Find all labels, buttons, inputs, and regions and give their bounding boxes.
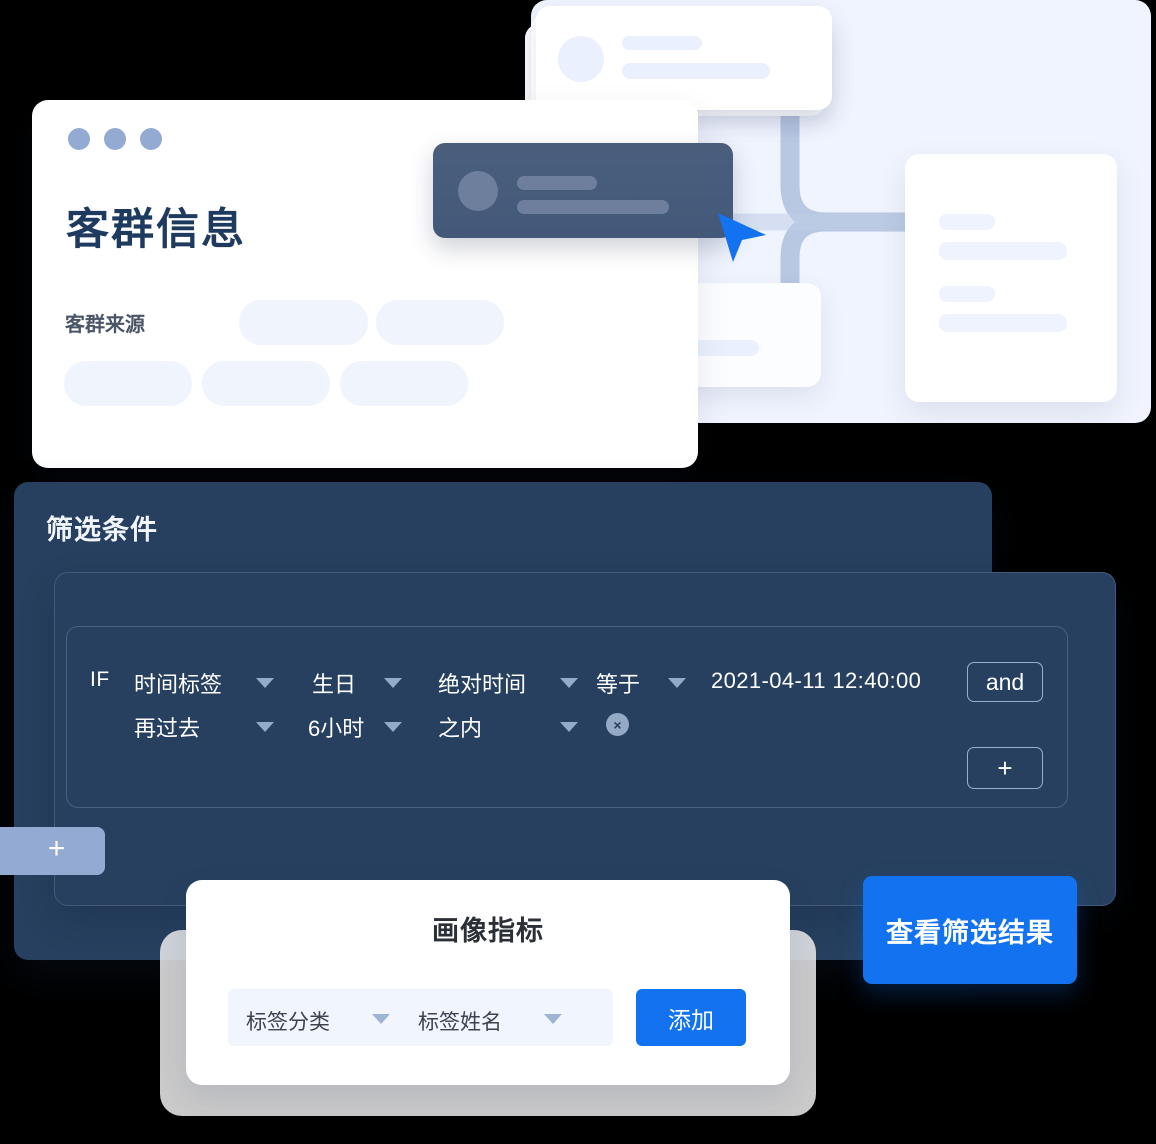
chevron-down-icon[interactable] (256, 678, 274, 688)
filter-select-tag-name[interactable]: 生日 (312, 667, 356, 699)
add-condition-button[interactable]: + (967, 747, 1043, 789)
window-dot-icon (68, 128, 90, 150)
decorative-card-top (536, 6, 832, 110)
and-button[interactable]: and (967, 662, 1043, 702)
cursor-pointer-icon (718, 213, 766, 262)
customer-source-label: 客群来源 (65, 314, 145, 336)
avatar (558, 36, 604, 82)
add-group-tab[interactable]: + (0, 827, 105, 875)
placeholder-bar (517, 176, 597, 190)
page-title: 客群信息 (66, 206, 246, 254)
window-dots (68, 128, 162, 150)
placeholder-bar (622, 63, 770, 79)
add-metric-button[interactable]: 添加 (636, 989, 746, 1046)
filter-select-time-mode[interactable]: 绝对时间 (438, 667, 526, 699)
placeholder-pill (239, 300, 368, 345)
avatar (458, 171, 498, 211)
metric-card-title: 画像指标 (432, 916, 544, 946)
chevron-down-icon[interactable] (544, 1014, 562, 1024)
remove-condition-icon[interactable]: × (606, 713, 629, 736)
illustration-stage: 客群信息 客群来源 筛选条件 IF 时间标签 生日 绝对时间 等于 2021-0… (0, 0, 1156, 1144)
placeholder-bar (939, 286, 995, 302)
chevron-down-icon[interactable] (256, 722, 274, 732)
chevron-down-icon[interactable] (560, 678, 578, 688)
chevron-down-icon[interactable] (560, 722, 578, 732)
filter-select-operator[interactable]: 等于 (596, 667, 640, 699)
placeholder-bar (622, 36, 702, 50)
metric-select-tag-name[interactable]: 标签姓名 (418, 1006, 502, 1036)
remove-condition-glyph: × (613, 716, 622, 733)
chevron-down-icon[interactable] (372, 1014, 390, 1024)
decorative-card-right (905, 154, 1117, 402)
filter-select-tag-type[interactable]: 时间标签 (134, 667, 222, 699)
plus-icon: + (47, 832, 66, 865)
chevron-down-icon[interactable] (668, 678, 686, 688)
filter-select-offset-direction[interactable]: 再过去 (134, 711, 200, 743)
placeholder-bar (517, 200, 669, 214)
window-dot-icon (140, 128, 162, 150)
filter-select-offset-range[interactable]: 之内 (438, 711, 482, 743)
chevron-down-icon[interactable] (384, 722, 402, 732)
placeholder-pill (64, 361, 192, 406)
placeholder-bar (939, 314, 1067, 332)
metric-card: 画像指标 标签分类 标签姓名 添加 (186, 880, 790, 1085)
condition-box (66, 626, 1068, 808)
placeholder-bar (939, 214, 995, 230)
window-dot-icon (104, 128, 126, 150)
placeholder-pill (376, 300, 504, 345)
placeholder-pill (202, 361, 330, 406)
placeholder-pill (340, 361, 468, 406)
filter-datetime-value[interactable]: 2021-04-11 12:40:00 (711, 668, 921, 694)
placeholder-bar (939, 242, 1067, 260)
view-filter-results-button[interactable]: 查看筛选结果 (863, 876, 1077, 984)
filter-panel-title: 筛选条件 (46, 515, 158, 545)
metric-select-tag-category[interactable]: 标签分类 (246, 1006, 330, 1036)
floating-row-card (433, 143, 733, 238)
chevron-down-icon[interactable] (384, 678, 402, 688)
filter-select-offset-amount[interactable]: 6小时 (308, 711, 364, 743)
if-label: IF (90, 668, 110, 691)
